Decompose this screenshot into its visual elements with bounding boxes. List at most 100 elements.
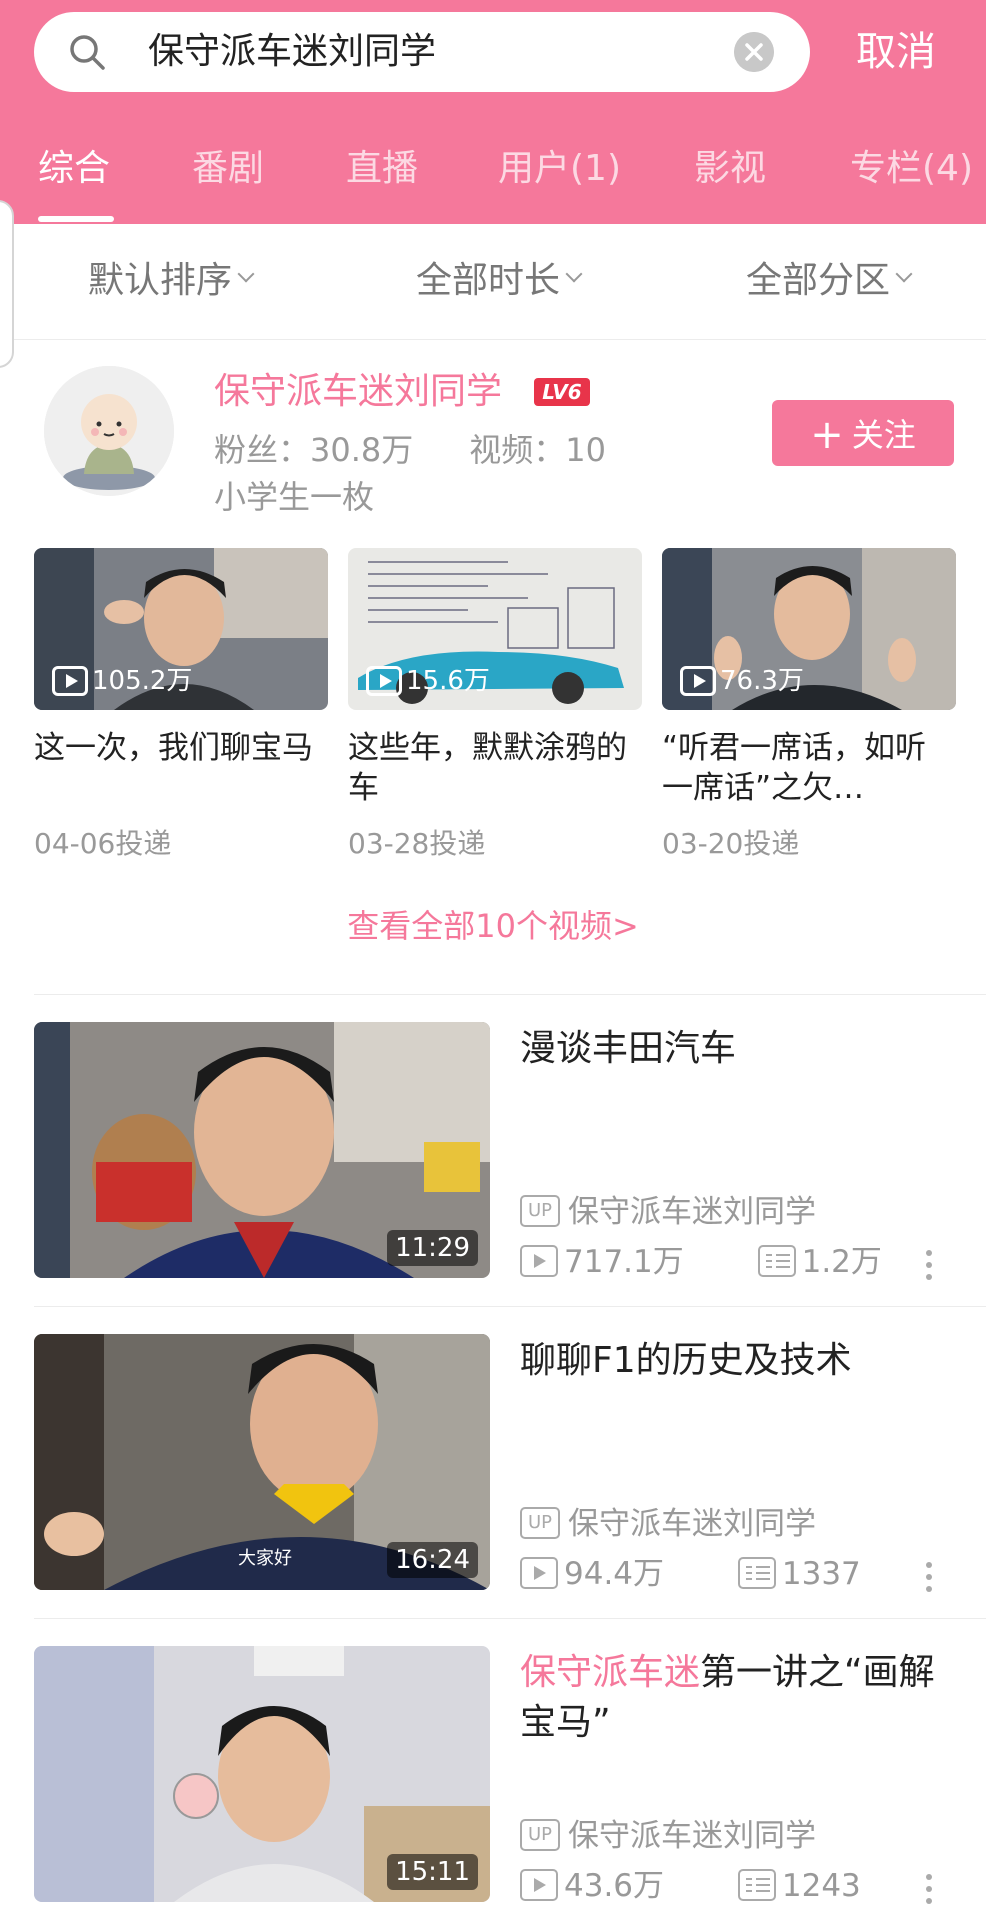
search-bar[interactable]: 保守派车迷刘同学 bbox=[34, 12, 810, 92]
sort-filter[interactable]: 默认排序 bbox=[88, 256, 255, 306]
video-title[interactable]: 漫谈丰田汽车 bbox=[520, 1024, 950, 1074]
play-icon bbox=[520, 1868, 558, 1901]
view-count: 94.4万 bbox=[564, 1556, 665, 1592]
fan-count: 粉丝：30.8万 bbox=[214, 431, 414, 469]
chevron-down-icon bbox=[565, 265, 583, 283]
uploader-name: 保守派车迷刘同学 bbox=[568, 1506, 816, 1542]
video-thumbnail[interactable]: 15:11 bbox=[34, 1646, 490, 1902]
tab-articles[interactable]: 专栏(4) bbox=[850, 144, 973, 194]
cancel-button[interactable]: 取消 bbox=[856, 22, 936, 82]
user-video-card[interactable]: 105.2万 这一次，我们聊宝马 04-06投递 bbox=[34, 548, 328, 862]
danmaku-icon bbox=[737, 1556, 776, 1589]
sort-filter-label: 默认排序 bbox=[88, 260, 233, 301]
video-thumbnail[interactable]: 76.3万 bbox=[662, 548, 956, 710]
danmaku-icon bbox=[757, 1244, 796, 1277]
tab-all[interactable]: 综合 bbox=[38, 144, 110, 194]
tab-bar: 综合 番剧 直播 用户(1) 影视 专栏(4) bbox=[0, 136, 986, 224]
filter-bar: 默认排序 全部时长 全部分区 bbox=[0, 224, 986, 340]
view-all-videos-link[interactable]: 查看全部10个视频> bbox=[0, 904, 986, 948]
upload-date: 03-20投递 bbox=[662, 827, 800, 860]
uploader-name: 保守派车迷刘同学 bbox=[568, 1818, 816, 1854]
category-filter[interactable]: 全部分区 bbox=[746, 256, 913, 306]
video-duration: 16:24 bbox=[387, 1542, 478, 1578]
user-video-card[interactable]: 15.6万 这些年，默默涂鸦的车 03-28投递 bbox=[348, 548, 642, 862]
clear-icon[interactable] bbox=[734, 32, 774, 72]
user-bio: 小学生一枚 bbox=[214, 478, 375, 516]
divider bbox=[34, 1618, 986, 1619]
upload-date: 03-28投递 bbox=[348, 827, 486, 860]
search-input[interactable]: 保守派车迷刘同学 bbox=[148, 12, 436, 92]
more-icon[interactable] bbox=[926, 1562, 934, 1594]
category-filter-label: 全部分区 bbox=[746, 260, 891, 301]
tab-live[interactable]: 直播 bbox=[346, 144, 418, 194]
video-title[interactable]: 这些年，默默涂鸦的车 bbox=[348, 728, 642, 808]
uploader-name: 保守派车迷刘同学 bbox=[568, 1194, 816, 1230]
tab-bangumi[interactable]: 番剧 bbox=[192, 144, 264, 194]
video-count: 视频：10 bbox=[469, 431, 606, 469]
play-icon bbox=[520, 1556, 558, 1589]
title-highlight: 保守派车迷 bbox=[520, 1652, 701, 1693]
play-count-value: 15.6万 bbox=[406, 665, 490, 696]
play-count-value: 76.3万 bbox=[720, 665, 804, 696]
side-handle[interactable] bbox=[0, 200, 14, 368]
user-video-card[interactable]: 76.3万 “听君一席话，如听一席话”之欠… 03-20投递 bbox=[662, 548, 956, 862]
video-title[interactable]: “听君一席话，如听一席话”之欠… bbox=[662, 728, 956, 808]
tab-film[interactable]: 影视 bbox=[694, 144, 766, 194]
video-title[interactable]: 这一次，我们聊宝马 bbox=[34, 728, 328, 808]
up-badge-icon: UP bbox=[520, 1818, 560, 1851]
search-icon bbox=[70, 35, 105, 70]
avatar[interactable] bbox=[44, 366, 174, 496]
danmaku-count: 1.2万 bbox=[801, 1244, 882, 1280]
video-thumbnail[interactable]: 大家好 16:24 bbox=[34, 1334, 490, 1590]
upload-date: 04-06投递 bbox=[34, 827, 172, 860]
follow-label: 关注 bbox=[851, 416, 916, 454]
duration-filter[interactable]: 全部时长 bbox=[416, 256, 583, 306]
video-list-item[interactable]: 大家好 16:24 聊聊F1的历史及技术 UP 保守派车迷刘同学 94.4万 13… bbox=[0, 1334, 986, 1646]
chevron-down-icon bbox=[237, 265, 255, 283]
more-icon[interactable] bbox=[926, 1874, 934, 1906]
video-thumbnail[interactable]: 11:29 bbox=[34, 1022, 490, 1278]
view-stat: 43.6万 bbox=[520, 1866, 664, 1906]
video-title[interactable]: 保守派车迷第一讲之“画解宝马” bbox=[520, 1648, 950, 1748]
danmaku-count: 1243 bbox=[781, 1868, 861, 1904]
view-stat: 717.1万 bbox=[520, 1242, 684, 1282]
video-title-text: 漫谈丰田汽车 bbox=[520, 1028, 737, 1069]
video-thumbnail[interactable]: 105.2万 bbox=[34, 548, 328, 710]
divider bbox=[34, 1306, 986, 1307]
tab-users[interactable]: 用户(1) bbox=[498, 144, 621, 194]
danmaku-stat: 1.2万 bbox=[757, 1242, 882, 1282]
view-stat: 94.4万 bbox=[520, 1554, 664, 1594]
video-duration: 15:11 bbox=[387, 1854, 478, 1890]
plus-icon: + bbox=[810, 412, 844, 458]
duration-filter-label: 全部时长 bbox=[416, 260, 561, 301]
view-count: 717.1万 bbox=[564, 1244, 684, 1280]
video-list-item[interactable]: 15:11 保守派车迷第一讲之“画解宝马” UP 保守派车迷刘同学 43.6万 1… bbox=[0, 1646, 986, 1920]
video-thumbnail[interactable]: 15.6万 bbox=[348, 548, 642, 710]
play-count: 105.2万 bbox=[52, 665, 193, 696]
danmaku-stat: 1337 bbox=[737, 1554, 861, 1594]
cartoon-monk-avatar bbox=[44, 366, 174, 496]
play-icon bbox=[366, 666, 402, 696]
follow-button[interactable]: + 关注 bbox=[772, 400, 954, 466]
up-badge-icon: UP bbox=[520, 1506, 560, 1539]
chevron-down-icon bbox=[895, 265, 913, 283]
view-count: 43.6万 bbox=[564, 1868, 665, 1904]
user-name[interactable]: 保守派车迷刘同学 bbox=[214, 368, 502, 416]
uploader[interactable]: UP 保守派车迷刘同学 bbox=[520, 1816, 816, 1856]
uploader[interactable]: UP 保守派车迷刘同学 bbox=[520, 1192, 816, 1232]
danmaku-count: 1337 bbox=[781, 1556, 861, 1592]
play-count-value: 105.2万 bbox=[92, 665, 193, 696]
video-stats: 717.1万 1.2万 bbox=[520, 1242, 882, 1282]
uploader[interactable]: UP 保守派车迷刘同学 bbox=[520, 1504, 816, 1544]
active-tab-indicator bbox=[38, 216, 114, 222]
video-list-item[interactable]: 11:29 漫谈丰田汽车 UP 保守派车迷刘同学 717.1万 1.2万 bbox=[0, 1022, 986, 1334]
more-icon[interactable] bbox=[926, 1250, 934, 1282]
video-stats: 43.6万 1243 bbox=[520, 1866, 861, 1906]
search-header: 保守派车迷刘同学 取消 综合 番剧 直播 用户(1) 影视 专栏(4) bbox=[0, 0, 986, 224]
danmaku-stat: 1243 bbox=[737, 1866, 861, 1906]
video-title[interactable]: 聊聊F1的历史及技术 bbox=[520, 1336, 950, 1386]
subtitle-caption: 大家好 bbox=[238, 1548, 292, 1569]
play-count: 76.3万 bbox=[680, 665, 804, 696]
play-icon bbox=[52, 666, 88, 696]
play-count: 15.6万 bbox=[366, 665, 490, 696]
